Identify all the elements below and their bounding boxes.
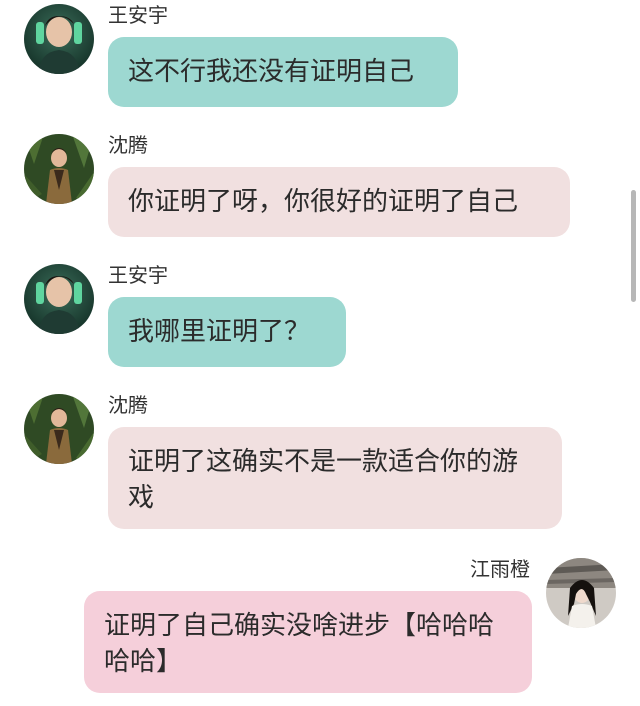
avatar-jiang-yucheng-icon[interactable] (546, 558, 616, 628)
sender-name: 王安宇 (108, 263, 168, 287)
avatar-shen-teng-icon[interactable] (24, 394, 94, 464)
scrollbar[interactable] (631, 190, 636, 302)
message-bubble: 你证明了呀，你很好的证明了自己 (108, 167, 570, 237)
chat-thread: 王安宇 这不行我还没有证明自己 沈腾 你证明了呀，你很好的证明了自己 王安宇 我… (0, 0, 640, 706)
message-bubble: 证明了这确实不是一款适合你的游戏 (108, 427, 562, 529)
sender-name: 江雨橙 (470, 557, 530, 581)
message-bubble: 我哪里证明了？ (108, 297, 346, 367)
avatar-wang-anyu-icon[interactable] (24, 4, 94, 74)
sender-name: 王安宇 (108, 3, 168, 27)
message-bubble: 证明了自己确实没啥进步【哈哈哈哈哈】 (84, 591, 532, 693)
sender-name: 沈腾 (108, 133, 148, 157)
avatar-wang-anyu-icon[interactable] (24, 264, 94, 334)
avatar-shen-teng-icon[interactable] (24, 134, 94, 204)
sender-name: 沈腾 (108, 393, 148, 417)
message-bubble: 这不行我还没有证明自己 (108, 37, 458, 107)
